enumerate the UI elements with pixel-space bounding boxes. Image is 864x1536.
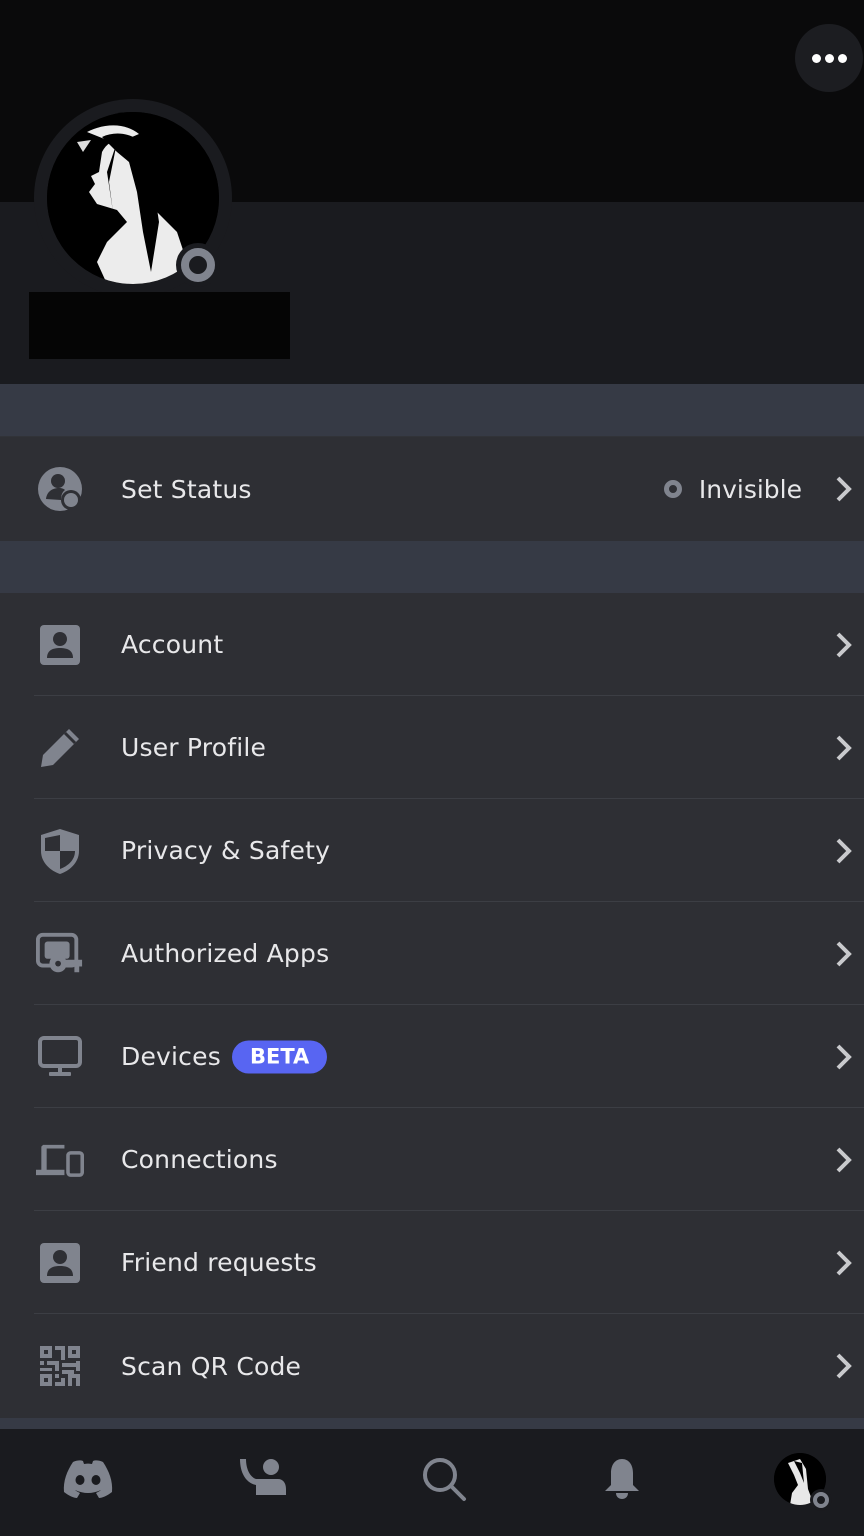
set-status-icon xyxy=(36,465,84,513)
section-gap xyxy=(0,1418,864,1429)
chevron-right-icon xyxy=(836,838,852,863)
tab-notifications[interactable] xyxy=(594,1451,650,1507)
set-status-label: Set Status xyxy=(121,474,252,504)
settings-item-label: Scan QR Code xyxy=(121,1351,302,1381)
tab-search[interactable] xyxy=(416,1451,472,1507)
chevron-right-icon xyxy=(836,735,852,760)
more-options-button[interactable] xyxy=(795,24,863,92)
chevron-right-icon xyxy=(836,476,852,502)
invisible-status-icon xyxy=(664,480,682,498)
dot xyxy=(824,53,834,63)
friends-wave-icon xyxy=(240,1459,286,1495)
settings-item-label: Devices xyxy=(121,1042,221,1071)
discord-icon xyxy=(63,1460,113,1498)
section-gap xyxy=(0,384,864,436)
chevron-right-icon xyxy=(836,1044,852,1069)
invisible-status-icon xyxy=(181,248,215,282)
devices-icon xyxy=(36,1136,84,1184)
key-icon xyxy=(36,930,84,978)
settings-item-friend-requests[interactable]: Friend requests xyxy=(0,1211,864,1314)
chevron-right-icon xyxy=(836,1147,852,1172)
bell-icon xyxy=(605,1459,639,1499)
settings-item-label: Authorized Apps xyxy=(121,939,330,968)
avatar-status-indicator xyxy=(176,243,220,287)
settings-item-scan-qr-code[interactable]: Scan QR Code xyxy=(0,1314,864,1418)
pencil-icon xyxy=(36,724,84,772)
username-redacted xyxy=(29,292,290,359)
settings-item-privacy-safety[interactable]: Privacy & Safety xyxy=(0,799,864,902)
monitor-icon xyxy=(36,1033,84,1081)
avatar xyxy=(774,1453,832,1511)
tab-friends[interactable] xyxy=(235,1451,291,1507)
dot xyxy=(811,53,821,63)
settings-item-label: Privacy & Safety xyxy=(121,836,331,865)
settings-item-label: Friend requests xyxy=(121,1248,317,1277)
chevron-right-icon xyxy=(836,941,852,966)
chevron-right-icon xyxy=(836,632,852,657)
settings-item-label: Account xyxy=(121,630,224,659)
settings-item-label: Connections xyxy=(121,1145,278,1174)
friend-icon xyxy=(36,1239,84,1287)
search-icon xyxy=(423,1458,466,1501)
bottom-tab-bar xyxy=(0,1429,864,1536)
current-status-value: Invisible xyxy=(698,474,802,504)
settings-item-account[interactable]: Account xyxy=(0,593,864,696)
account-icon xyxy=(36,621,84,669)
avatar-status-indicator xyxy=(810,1489,832,1511)
section-gap xyxy=(0,541,864,593)
chevron-right-icon xyxy=(836,1353,852,1379)
settings-item-user-profile[interactable]: User Profile xyxy=(0,696,864,799)
shield-icon xyxy=(36,827,84,875)
beta-badge: BETA xyxy=(232,1040,328,1073)
settings-item-label: User Profile xyxy=(121,733,267,762)
invisible-status-icon xyxy=(813,1492,829,1508)
dot xyxy=(837,53,847,63)
settings-item-connections[interactable]: Connections xyxy=(0,1108,864,1211)
set-status-row[interactable]: Set Status Invisible xyxy=(0,437,864,541)
settings-item-authorized-apps[interactable]: Authorized Apps xyxy=(0,902,864,1005)
qr-code-icon xyxy=(36,1342,84,1390)
settings-item-devices[interactable]: Devices BETA xyxy=(0,1005,864,1108)
tab-you[interactable] xyxy=(772,1451,832,1511)
avatar-container[interactable] xyxy=(34,99,232,297)
chevron-right-icon xyxy=(836,1250,852,1275)
tab-home[interactable] xyxy=(60,1451,116,1507)
